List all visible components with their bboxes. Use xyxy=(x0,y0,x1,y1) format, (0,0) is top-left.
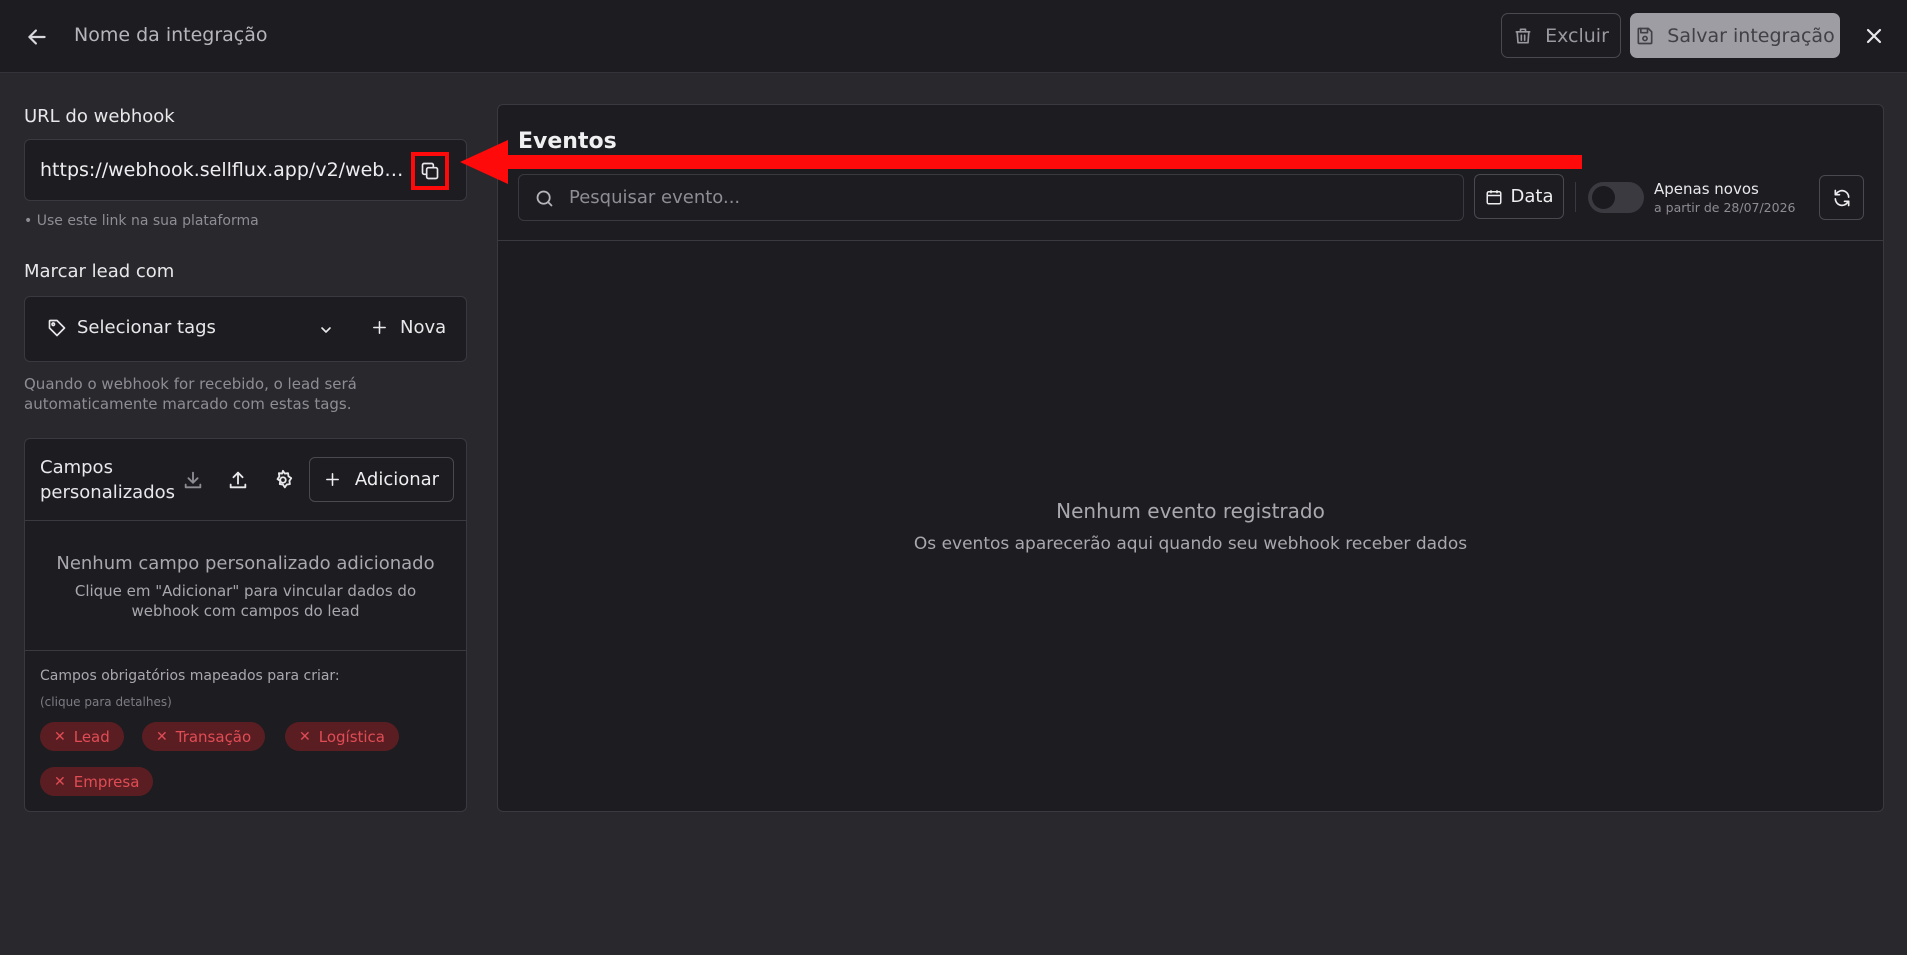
only-new-toggle[interactable] xyxy=(1588,182,1644,213)
chip-label: Logística xyxy=(318,727,385,746)
x-icon: ✕ xyxy=(299,728,311,745)
page-title: Nome da integração xyxy=(74,24,268,46)
date-filter-button[interactable]: Data xyxy=(1474,174,1564,219)
events-empty-subtitle: Os eventos aparecerão aqui quando seu we… xyxy=(913,534,1468,554)
required-chip-logistica[interactable]: ✕ Logística xyxy=(285,722,399,751)
new-tag-button[interactable]: Nova xyxy=(371,317,446,338)
refresh-button[interactable] xyxy=(1819,175,1864,220)
upload-icon[interactable] xyxy=(227,469,251,493)
divider xyxy=(1575,182,1576,212)
webhook-url-label: URL do webhook xyxy=(24,106,175,127)
custom-fields-empty-title: Nenhum campo personalizado adicionado xyxy=(56,553,435,574)
divider xyxy=(25,650,466,651)
toggle-knob xyxy=(1592,186,1615,209)
chip-label: Lead xyxy=(73,727,110,746)
divider xyxy=(25,520,466,521)
top-bar: Nome da integração Excluir Salvar integr… xyxy=(0,0,1907,73)
date-filter-label: Data xyxy=(1510,186,1554,207)
events-title: Eventos xyxy=(518,129,617,154)
x-icon: ✕ xyxy=(54,728,66,745)
new-tag-label: Nova xyxy=(400,317,447,338)
refresh-icon xyxy=(1832,188,1852,208)
plus-icon xyxy=(324,471,341,488)
event-search-input[interactable] xyxy=(569,175,1449,220)
tags-hint: Quando o webhook for recebido, o lead se… xyxy=(24,375,357,413)
tags-box: Selecionar tags Nova xyxy=(24,296,467,362)
event-search-box xyxy=(518,174,1464,221)
required-fields-label: Campos obrigatórios mapeados para criar: xyxy=(40,668,340,684)
trash-icon xyxy=(1513,26,1533,46)
only-new-date: a partir de 28/07/2026 xyxy=(1654,200,1796,215)
chevron-down-icon[interactable] xyxy=(318,322,334,338)
delete-button-label: Excluir xyxy=(1545,24,1609,47)
select-tags-dropdown[interactable]: Selecionar tags xyxy=(47,317,216,338)
add-field-button[interactable]: Adicionar xyxy=(309,457,454,502)
select-tags-label: Selecionar tags xyxy=(77,317,216,338)
calendar-icon xyxy=(1485,188,1503,206)
required-chip-empresa[interactable]: ✕ Empresa xyxy=(40,767,154,796)
copy-icon xyxy=(420,161,440,181)
events-empty-title: Nenhum evento registrado xyxy=(1056,499,1325,523)
required-fields-hint: (clique para detalhes) xyxy=(40,695,172,709)
save-icon xyxy=(1635,26,1655,46)
tag-icon xyxy=(47,318,67,338)
custom-fields-empty-subtitle: Clique em "Adicionar" para vincular dado… xyxy=(74,582,417,620)
tags-label: Marcar lead com xyxy=(24,261,175,282)
custom-fields-title: Campos personalizados xyxy=(40,457,176,503)
required-chip-transacao[interactable]: ✕ Transação xyxy=(142,722,266,751)
back-arrow-icon[interactable] xyxy=(24,24,50,50)
webhook-url-text[interactable]: https://webhook.sellflux.app/v2/webhoo..… xyxy=(40,159,405,181)
search-icon xyxy=(534,188,555,209)
close-icon[interactable] xyxy=(1862,24,1886,48)
x-icon: ✕ xyxy=(54,773,66,790)
download-icon[interactable] xyxy=(182,469,206,493)
settings-gear-icon[interactable] xyxy=(272,469,296,493)
save-button-label: Salvar integração xyxy=(1667,24,1835,47)
plus-icon xyxy=(371,319,388,336)
custom-fields-panel: Campos personalizados Adicionar Nenhum c… xyxy=(24,438,467,812)
x-icon: ✕ xyxy=(156,728,168,745)
required-chip-lead[interactable]: ✕ Lead xyxy=(40,722,124,751)
webhook-url-hint: • Use este link na sua plataforma xyxy=(24,213,259,229)
add-field-label: Adicionar xyxy=(354,469,440,490)
chip-label: Transação xyxy=(175,727,252,746)
webhook-url-box: https://webhook.sellflux.app/v2/webhoo..… xyxy=(24,139,467,201)
events-panel: Eventos Data Apenas novos a partir de 28… xyxy=(497,104,1884,812)
delete-button[interactable]: Excluir xyxy=(1501,13,1621,58)
copy-url-button[interactable] xyxy=(411,152,449,190)
divider xyxy=(498,240,1883,241)
only-new-label: Apenas novos xyxy=(1654,180,1759,198)
save-integration-button[interactable]: Salvar integração xyxy=(1630,13,1840,58)
chip-label: Empresa xyxy=(73,772,140,791)
